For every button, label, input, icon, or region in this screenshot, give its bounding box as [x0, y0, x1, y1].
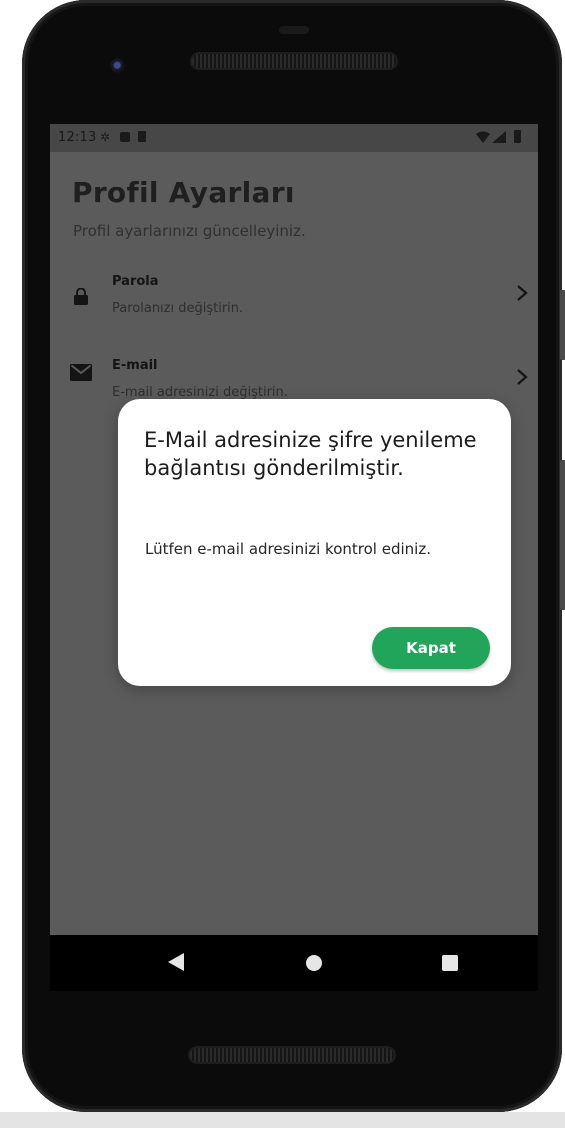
close-button[interactable]: Kapat — [372, 627, 490, 669]
email-setting-description: E-mail adresinizi değiştirin. — [112, 385, 288, 400]
sd-card-icon — [138, 131, 146, 142]
phone-frame: 12:13 ✲ Profil Ayarları Profil ayarların… — [22, 0, 565, 1112]
recents-icon[interactable] — [442, 955, 458, 971]
dialog-message: Lütfen e-mail adresinizi kontrol ediniz. — [145, 540, 431, 558]
dialog-title: E-Mail adresinize şifre yenileme bağlant… — [144, 428, 477, 480]
navigation-bar — [50, 935, 538, 991]
signal-icon — [492, 131, 506, 143]
earpiece-speaker — [192, 54, 396, 68]
password-setting-row[interactable]: Parola Parolanızı değiştirin. — [50, 264, 538, 324]
email-setting-title: E-mail — [112, 358, 158, 373]
battery-icon — [514, 130, 521, 143]
front-camera — [110, 58, 126, 74]
gear-icon: ✲ — [100, 130, 111, 144]
page-subtitle: Profil ayarlarınızı güncelleyiniz. — [73, 222, 306, 240]
alert-dialog: E-Mail adresinize şifre yenileme bağlant… — [118, 399, 511, 686]
page-title: Profil Ayarları — [72, 176, 295, 209]
chevron-right-icon — [517, 369, 528, 385]
status-time: 12:13 — [58, 130, 97, 145]
power-button — [560, 290, 565, 360]
notification-a-icon — [120, 132, 130, 142]
bottom-speaker — [190, 1048, 394, 1062]
back-icon[interactable] — [168, 953, 184, 971]
bottom-strip — [0, 1112, 565, 1128]
volume-button — [560, 460, 565, 610]
wifi-icon — [476, 131, 490, 143]
status-bar: 12:13 ✲ — [50, 124, 538, 152]
app-screen: 12:13 ✲ Profil Ayarları Profil ayarların… — [50, 124, 538, 935]
password-setting-description: Parolanızı değiştirin. — [112, 301, 244, 316]
sensor-slot — [279, 26, 309, 34]
home-icon[interactable] — [306, 955, 322, 971]
mail-icon — [70, 364, 92, 381]
chevron-right-icon — [517, 285, 528, 301]
password-setting-title: Parola — [112, 274, 159, 289]
lock-icon — [74, 288, 88, 305]
